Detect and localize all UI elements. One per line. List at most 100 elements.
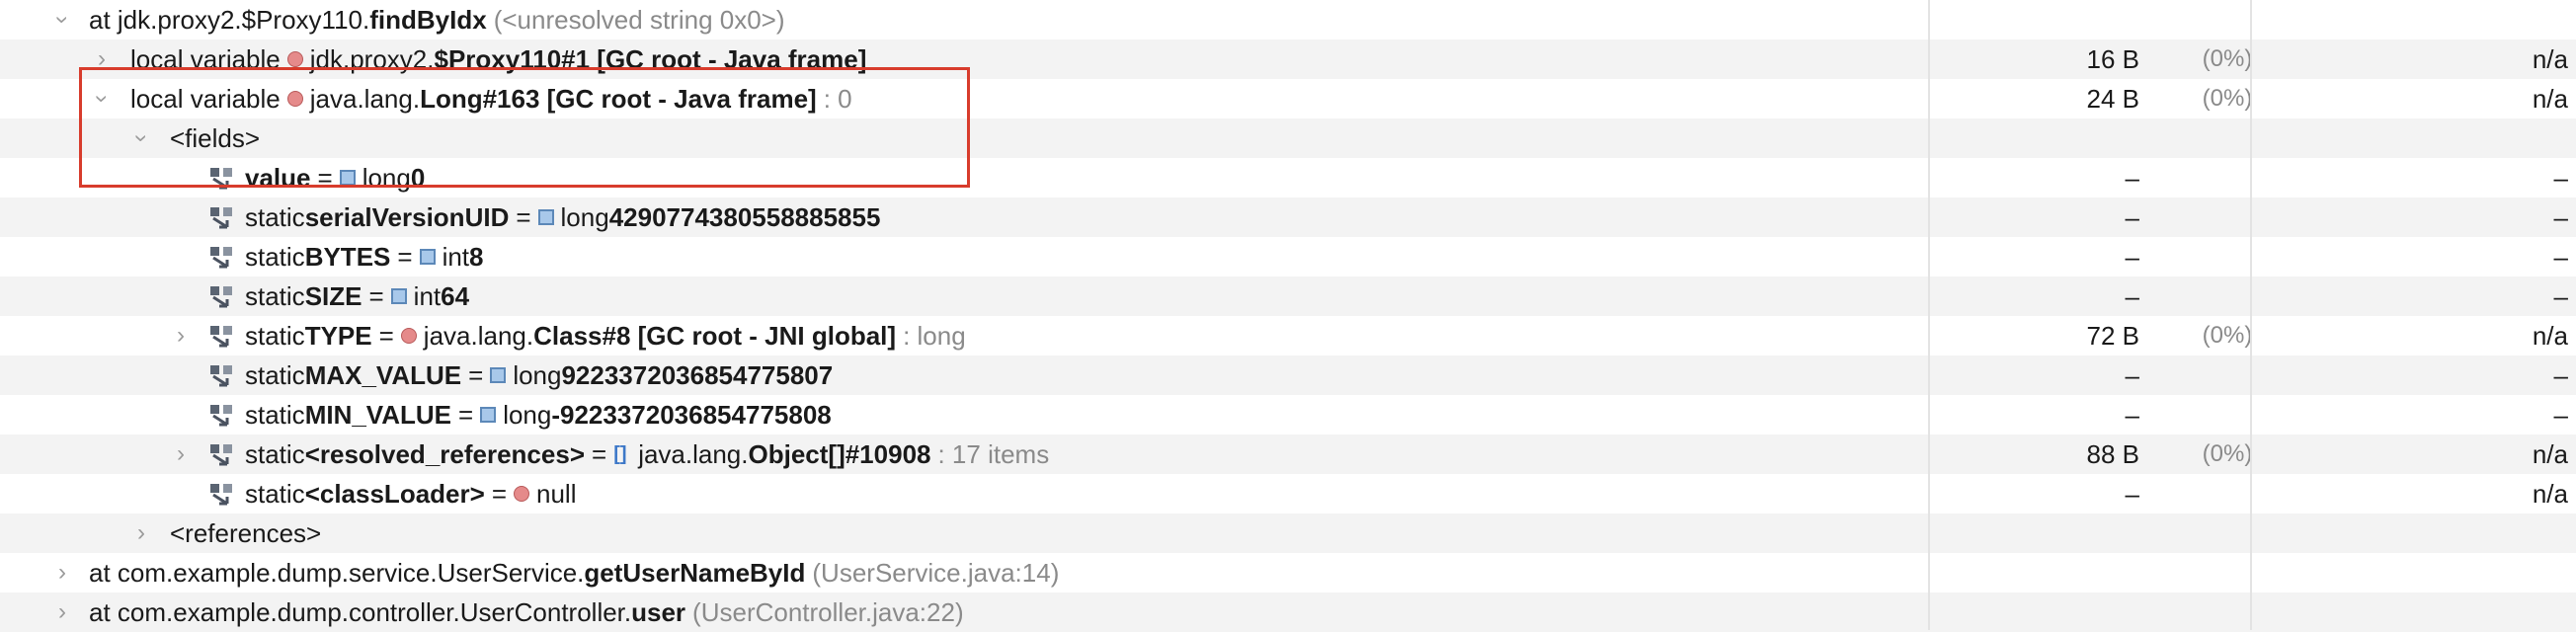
node-label: static TYPE = java.lang. Class#8 [GC root -… (209, 316, 966, 356)
label-part: long (513, 360, 562, 390)
node-label: at com.example.dump.service.UserService.… (89, 553, 1059, 592)
label-part: at com.example.dump.service.UserService. (89, 558, 585, 588)
shallow-size-cell: – (2125, 400, 2139, 430)
heap-object-tree: › at jdk.proxy2.$Proxy110. findByIdx (<unre… (0, 0, 2576, 632)
label-part: static (245, 360, 305, 390)
tree-row[interactable]: static MIN_VALUE = long -92233720368547758… (0, 395, 2576, 434)
label-part: java.lang. (423, 321, 534, 351)
label-part: static (245, 321, 305, 351)
label-part: : 0 (823, 84, 852, 114)
primitive-value-icon (419, 249, 436, 265)
tree-row[interactable]: › at jdk.proxy2.$Proxy110. findByIdx (<unre… (0, 0, 2576, 40)
label-part: MIN_VALUE (304, 400, 451, 430)
array-icon: [] (613, 443, 627, 465)
chevron-right-icon[interactable]: › (47, 553, 77, 592)
retained-size-cell: n/a (2532, 439, 2568, 469)
label-part: value (245, 163, 311, 193)
shallow-size-cell: – (2125, 242, 2139, 272)
tree-row[interactable]: › <references> (0, 514, 2576, 553)
retained-size-cell: – (2553, 400, 2568, 430)
label-part: local variable (130, 84, 281, 114)
label-part: (<unresolved string 0x0>) (493, 5, 785, 35)
field-reference-icon (210, 444, 232, 466)
label-part: Class#8 [GC root - JNI global] (533, 321, 897, 351)
label-part: null (536, 479, 577, 509)
shallow-size-cell: – (2125, 479, 2139, 509)
retained-size-cell: n/a (2532, 321, 2568, 351)
label-part: java.lang. (309, 84, 421, 114)
node-label: static <classLoader> = null (209, 474, 576, 514)
label-part: = (458, 400, 474, 430)
retained-size-cell: – (2553, 242, 2568, 272)
label-part: TYPE (304, 321, 372, 351)
tree-row[interactable]: value = long 0 – – (0, 158, 2576, 198)
tree-row[interactable]: › static TYPE = java.lang. Class#8 [GC root … (0, 316, 2576, 356)
label-part: static (245, 202, 305, 232)
label-part: (UserService.java:14) (812, 558, 1060, 588)
label-part: = (491, 479, 507, 509)
field-reference-icon (210, 286, 232, 308)
label-part: jdk.proxy2. (309, 44, 435, 74)
label-part: = (378, 321, 394, 351)
field-reference-icon (210, 326, 232, 348)
chevron-right-icon[interactable]: › (47, 592, 77, 632)
tree-row[interactable]: › local variable java.lang. Long#163 [GC ro… (0, 79, 2576, 118)
label-part: int (413, 281, 442, 311)
label-part: <references> (170, 518, 322, 548)
retained-size-cell: – (2553, 360, 2568, 390)
node-label: <fields> (170, 118, 260, 158)
label-part: 8 (469, 242, 484, 272)
tree-row[interactable]: static serialVersionUID = long 42907743805… (0, 198, 2576, 237)
object-instance-icon (286, 91, 303, 107)
shallow-size-cell: – (2125, 281, 2139, 311)
node-label: static <resolved_references> = [] java.lang… (209, 434, 1049, 474)
column-divider (2250, 0, 2252, 630)
tree-row[interactable]: static MAX_VALUE = long 922337203685477580… (0, 356, 2576, 395)
object-instance-icon (514, 486, 529, 502)
node-label: local variable jdk.proxy2. $Proxy110#1 [GC… (130, 40, 866, 79)
size-percent-cell: (0%) (2202, 85, 2253, 112)
field-reference-icon (210, 168, 232, 190)
tree-row[interactable]: static BYTES = int 8 – – (0, 237, 2576, 276)
label-part: SIZE (304, 281, 362, 311)
object-instance-icon (400, 328, 417, 344)
node-label: static serialVersionUID = long 42907743805… (209, 198, 880, 237)
label-part: user (631, 597, 686, 627)
label-part: (UserController.java:22) (692, 597, 964, 627)
chevron-down-icon[interactable]: › (42, 5, 82, 35)
shallow-size-cell: – (2125, 360, 2139, 390)
label-part: Long#163 [GC root - Java frame] (420, 84, 817, 114)
chevron-right-icon[interactable]: › (166, 316, 196, 356)
retained-size-cell: n/a (2532, 84, 2568, 114)
chevron-right-icon[interactable]: › (126, 514, 156, 553)
shallow-size-cell: 16 B (2086, 44, 2140, 74)
chevron-down-icon[interactable]: › (121, 123, 161, 153)
label-part: BYTES (304, 242, 391, 272)
field-reference-icon (210, 365, 232, 387)
size-percent-cell: (0%) (2202, 45, 2253, 72)
chevron-down-icon[interactable]: › (82, 84, 121, 114)
label-part: Object[]#10908 (748, 439, 931, 469)
label-part: static (245, 439, 305, 469)
chevron-right-icon[interactable]: › (87, 40, 117, 79)
label-part: 0 (410, 163, 426, 193)
tree-row[interactable]: › at com.example.dump.controller.UserCont… (0, 592, 2576, 632)
tree-row[interactable]: › <fields> (0, 118, 2576, 158)
label-part: = (592, 439, 607, 469)
tree-row[interactable]: › local variable jdk.proxy2. $Proxy110#1 [G… (0, 40, 2576, 79)
primitive-value-icon (537, 209, 554, 225)
label-part: static (245, 479, 305, 509)
chevron-right-icon[interactable]: › (166, 434, 196, 474)
label-part: 4290774380558885855 (608, 202, 881, 232)
tree-row[interactable]: › at com.example.dump.service.UserService… (0, 553, 2576, 592)
label-part: = (468, 360, 484, 390)
label-part: getUserNameById (584, 558, 806, 588)
node-label: at com.example.dump.controller.UserContr… (89, 592, 964, 632)
tree-row[interactable]: static SIZE = int 64 – – (0, 276, 2576, 316)
label-part: $Proxy110#1 [GC root - Java frame] (434, 44, 867, 74)
label-part: static (245, 400, 305, 430)
retained-size-cell: – (2553, 163, 2568, 193)
tree-row[interactable]: static <classLoader> = null – n/a (0, 474, 2576, 514)
label-part: 64 (441, 281, 470, 311)
tree-row[interactable]: › static <resolved_references> = [] java.lan… (0, 434, 2576, 474)
